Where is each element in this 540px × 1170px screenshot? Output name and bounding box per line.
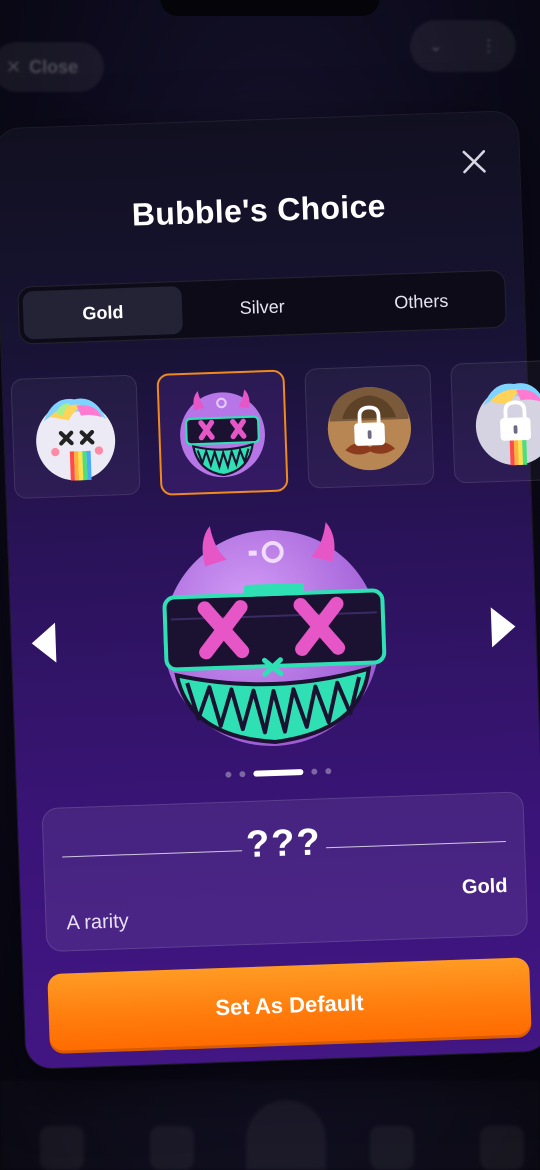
tab-gold[interactable]: Gold	[22, 285, 184, 340]
nav-home-icon	[40, 1126, 84, 1170]
lock-icon	[500, 400, 531, 441]
chevron-down-icon: ⌄	[429, 38, 443, 55]
device-notch	[160, 0, 380, 16]
carousel-pager	[16, 761, 540, 785]
close-icon[interactable]	[459, 146, 490, 177]
avatar-thumb-rainbow-locked[interactable]	[450, 359, 540, 484]
background-app-header: ✕ Close ⌄ ⋮	[0, 0, 540, 130]
nav-file-icon	[370, 1126, 414, 1170]
background-close-label: Close	[29, 56, 79, 77]
avatar-details-card: ??? Gold A rarity	[41, 791, 529, 953]
tab-silver[interactable]: Silver	[182, 280, 343, 334]
pager-dot[interactable]	[225, 771, 232, 778]
previous-arrow-icon[interactable]	[31, 622, 57, 664]
avatar-thumb-mustache-locked[interactable]	[304, 364, 435, 489]
modal-title: Bubble's Choice	[131, 187, 387, 233]
selected-avatar-preview	[162, 522, 387, 747]
set-as-default-button[interactable]: Set As Default	[47, 957, 532, 1055]
nav-center-icon	[246, 1100, 326, 1170]
lock-icon	[354, 405, 386, 446]
more-vertical-icon: ⋮	[480, 38, 497, 55]
avatar-rarity: A rarity	[66, 910, 130, 935]
rainbow-unicorn-avatar-icon	[36, 398, 116, 481]
close-icon: ✕	[6, 56, 22, 77]
nav-users-icon	[480, 1126, 524, 1170]
tab-others[interactable]: Others	[341, 275, 502, 329]
pager-dot[interactable]	[311, 768, 318, 775]
background-close-button: ✕ Close	[0, 42, 104, 92]
pager-dot[interactable]	[239, 771, 246, 778]
avatar-thumb-rainbow-unicorn[interactable]	[10, 374, 141, 499]
avatar-thumbnail-row	[10, 359, 540, 510]
avatar-tier: Gold	[461, 874, 508, 899]
purple-devil-avatar-icon	[180, 389, 265, 478]
background-menu-pill: ⌄ ⋮	[410, 20, 516, 72]
pager-dot-active[interactable]	[253, 769, 304, 777]
avatar-thumb-purple-devil[interactable]	[156, 369, 289, 496]
nav-chat-icon	[150, 1126, 194, 1170]
tier-tabs: Gold Silver Others	[17, 269, 507, 345]
pager-dot[interactable]	[325, 768, 332, 775]
next-arrow-icon[interactable]	[490, 606, 517, 648]
avatar-name: ???	[245, 821, 323, 867]
avatar-picker-modal: Bubble's Choice Gold Silver Others ??? G…	[0, 111, 540, 1069]
background-bottom-nav	[0, 1080, 540, 1170]
